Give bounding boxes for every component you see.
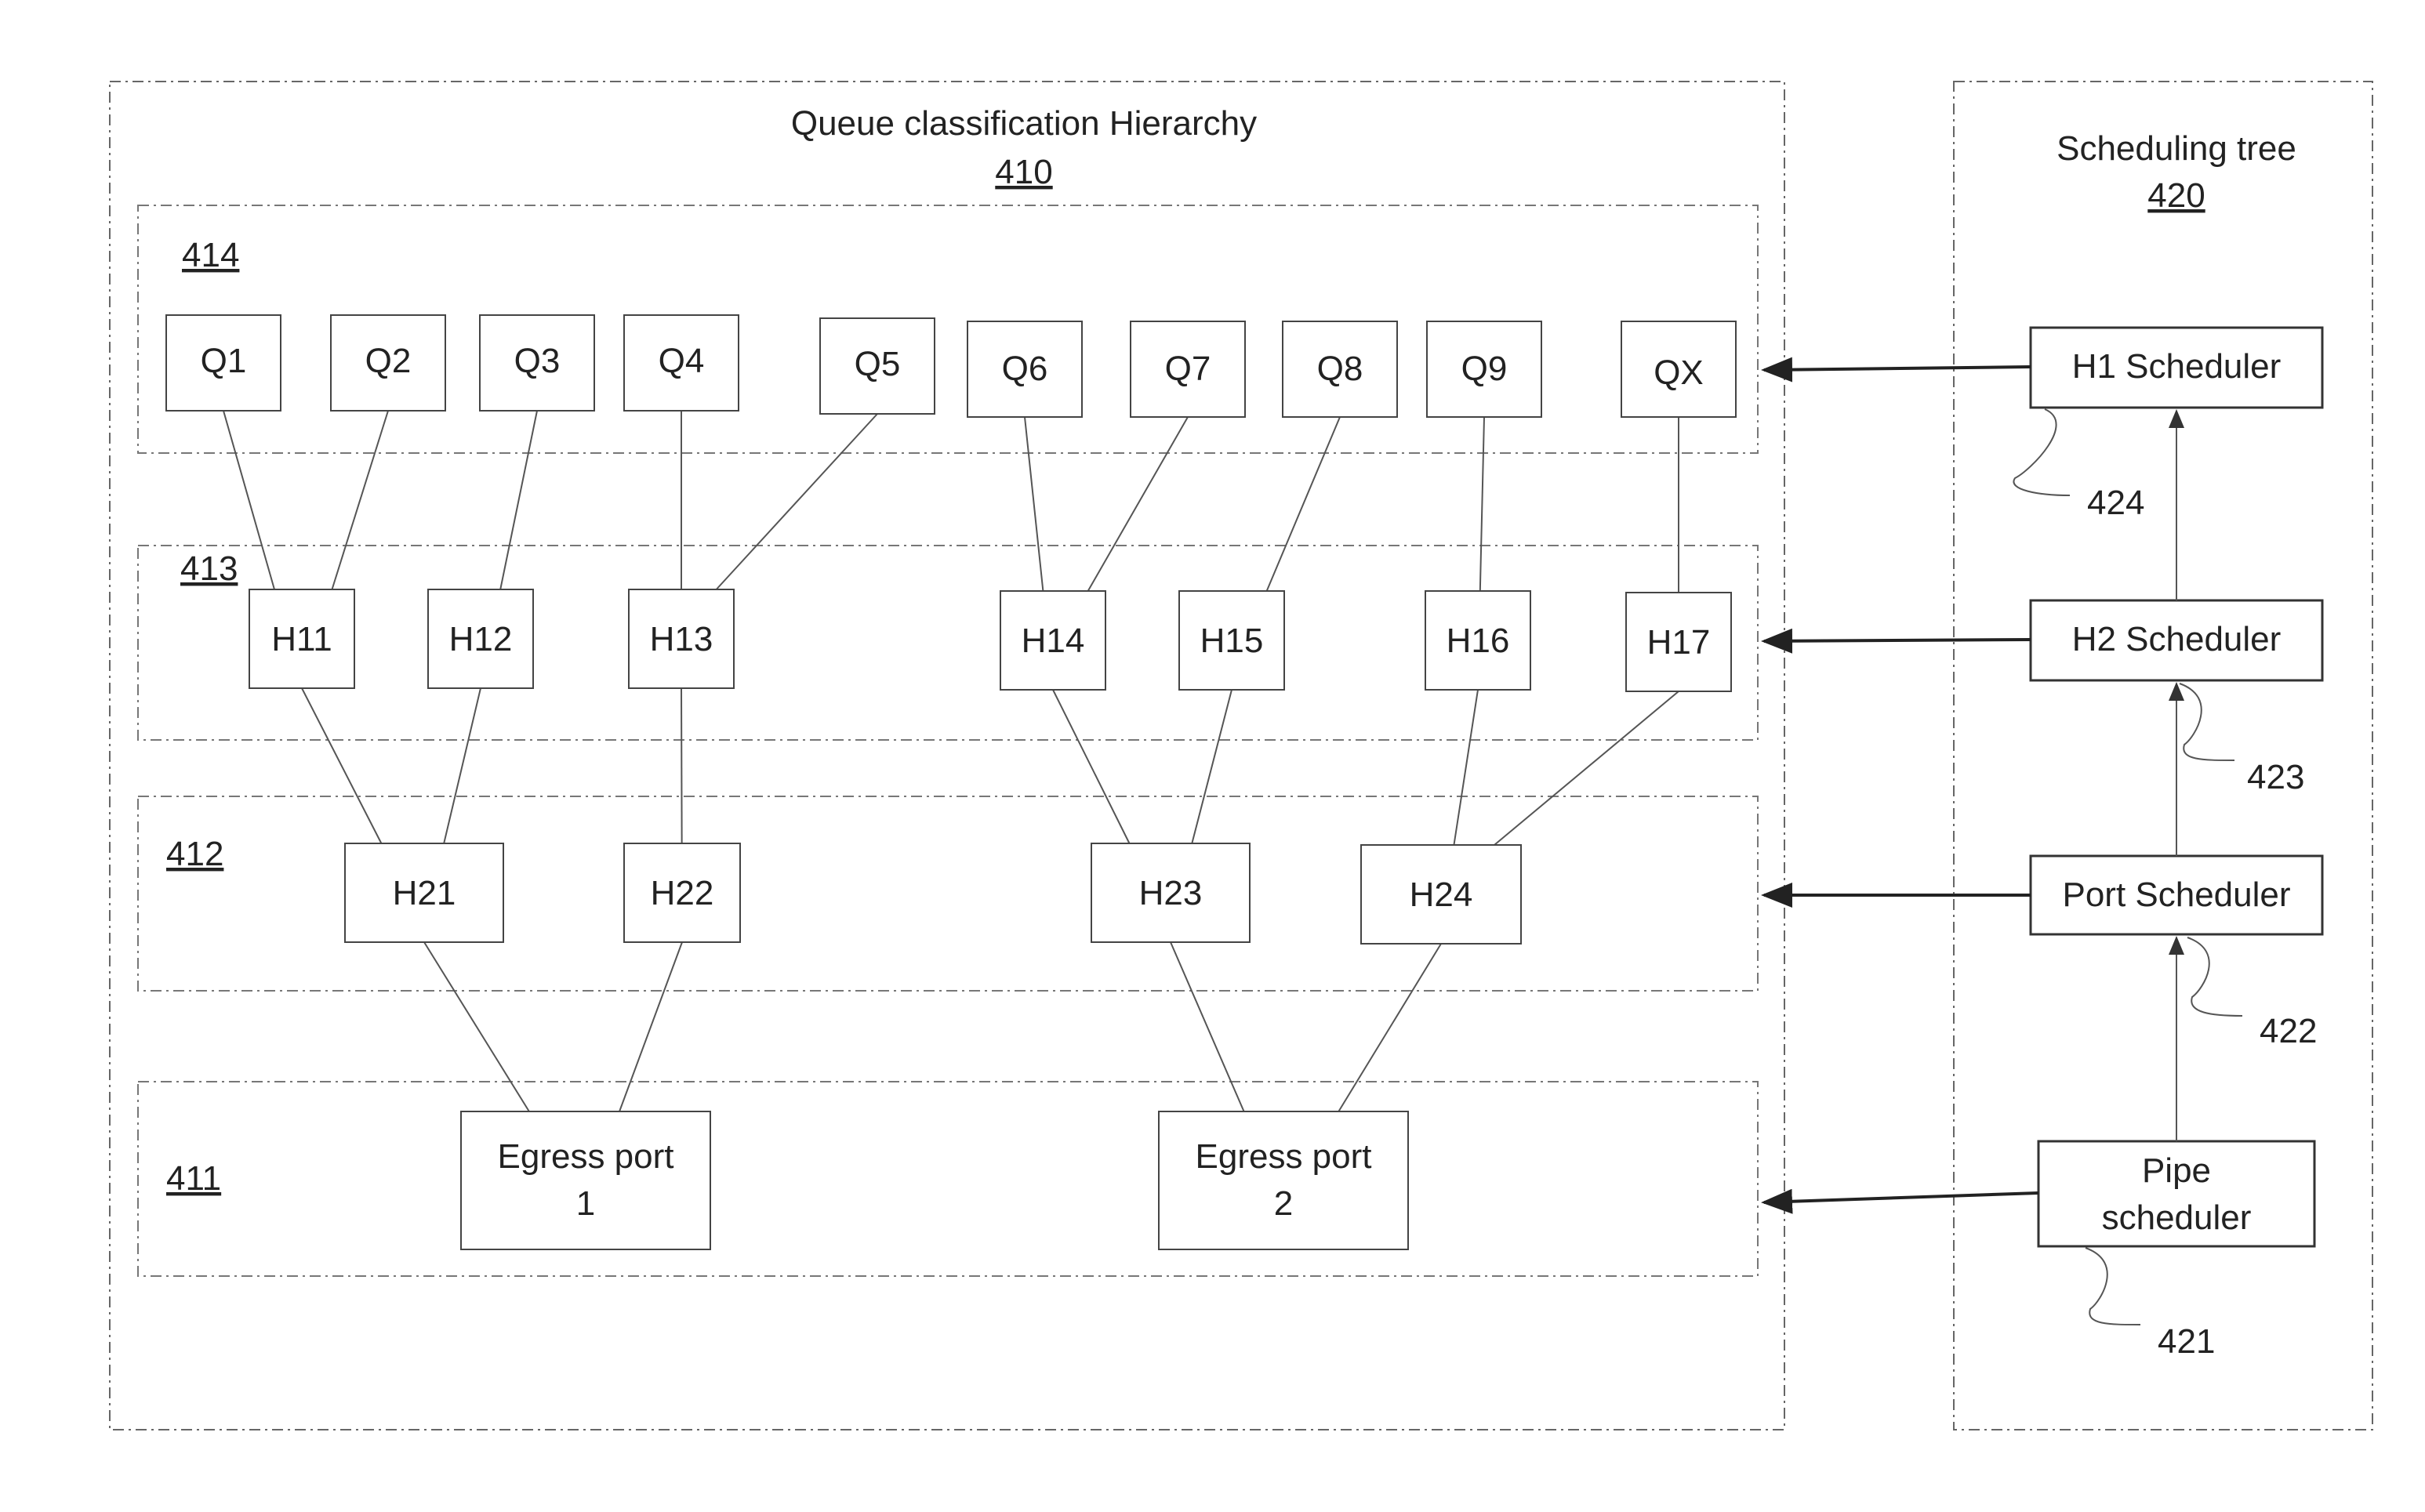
h1-label: H16 <box>1447 622 1510 660</box>
h1-scheduler-label: H1 Scheduler <box>2072 347 2282 386</box>
queue-node[interactable]: Q9 <box>1426 321 1542 418</box>
h1-label: H14 <box>1022 622 1085 660</box>
edge-q6-h14 <box>1024 416 1044 592</box>
pipe-scheduler-label-2: scheduler <box>2102 1198 2252 1237</box>
h1-label: H11 <box>271 620 332 658</box>
edge-h11-h21 <box>301 687 383 844</box>
queue-label: Q5 <box>855 345 901 383</box>
edge-h15-h23 <box>1191 689 1232 844</box>
ref-421: 421 <box>2158 1322 2215 1361</box>
pipe-scheduler-label-1: Pipe <box>2142 1151 2211 1190</box>
queue-hierarchy-title: Queue classification Hierarchy <box>791 104 1257 143</box>
queue-node[interactable]: Q8 <box>1282 321 1398 418</box>
queue-node[interactable]: Q7 <box>1130 321 1246 418</box>
leader-424 <box>2013 408 2071 496</box>
diagram-canvas: Queue classification Hierarchy 410 Sched… <box>109 81 2373 1430</box>
h2-label: H22 <box>651 874 714 912</box>
h2-scheduler[interactable]: H2 Scheduler <box>2029 599 2324 682</box>
queue-label: Q2 <box>365 342 412 380</box>
h2-node[interactable]: H24 <box>1360 844 1522 945</box>
queue-label: Q3 <box>514 342 561 380</box>
edge-h21-p1 <box>423 941 530 1112</box>
h1-node[interactable]: H11 <box>249 589 355 689</box>
h1-label: H17 <box>1647 623 1711 662</box>
level-ref-412: 412 <box>166 835 223 873</box>
egress-port-label: Egress port <box>1196 1137 1372 1176</box>
ref-422: 422 <box>2260 1012 2317 1050</box>
scheduling-tree-title: Scheduling tree <box>2057 129 2296 168</box>
egress-port-number: 1 <box>576 1184 595 1223</box>
queue-node[interactable]: Q1 <box>165 314 281 412</box>
h2-label: H23 <box>1139 874 1203 912</box>
h2-node[interactable]: H21 <box>344 843 504 943</box>
queue-node[interactable]: Q3 <box>479 314 595 412</box>
h1-scheduler[interactable]: H1 Scheduler <box>2029 326 2324 409</box>
h1-label: H12 <box>449 620 513 658</box>
h1-node[interactable]: H13 <box>628 589 735 689</box>
port-scheduler-label: Port Scheduler <box>2062 876 2290 914</box>
pipe-scheduler[interactable]: Pipe scheduler <box>2037 1140 2316 1248</box>
edge-h23-p2 <box>1170 941 1245 1112</box>
egress-port-node[interactable]: Egress port 2 <box>1158 1111 1409 1250</box>
edge-h16-h24 <box>1453 689 1479 846</box>
edge-h24-p2 <box>1338 943 1442 1112</box>
edge-q2-h11 <box>331 410 389 590</box>
h1-node[interactable]: H12 <box>427 589 534 689</box>
edge-h13-h22 <box>681 687 683 844</box>
arrow-pipe-scheduler-to-411 <box>1761 1188 2039 1214</box>
queue-node[interactable]: Q5 <box>819 317 935 415</box>
egress-port-label: Egress port <box>498 1137 674 1176</box>
edge-h22-p1 <box>619 941 683 1112</box>
queue-hierarchy-container <box>109 81 1785 1430</box>
leader-423 <box>2179 683 2235 761</box>
queue-node[interactable]: Q6 <box>967 321 1083 418</box>
edges-layer <box>223 410 1679 1112</box>
queue-hierarchy-ref: 410 <box>995 153 1052 191</box>
h2-node[interactable]: H22 <box>623 843 741 943</box>
queue-label: Q7 <box>1165 350 1211 388</box>
egress-port-number: 2 <box>1274 1184 1293 1223</box>
h1-label: H15 <box>1200 622 1264 660</box>
h1-node[interactable]: H17 <box>1625 592 1732 692</box>
level-band-411 <box>137 1081 1759 1277</box>
h1-node[interactable]: H16 <box>1425 590 1531 691</box>
queue-node[interactable]: QX <box>1621 321 1737 418</box>
queue-label: Q9 <box>1461 350 1508 388</box>
arrow-h1-scheduler-to-414 <box>1761 357 2031 383</box>
level-ref-411: 411 <box>166 1159 221 1198</box>
h2-node[interactable]: H23 <box>1091 843 1251 943</box>
leader-421 <box>2085 1247 2141 1325</box>
edge-h17-h24 <box>1494 691 1679 846</box>
ref-424: 424 <box>2087 484 2144 522</box>
h2-label: H24 <box>1410 876 1473 914</box>
edge-q5-h13 <box>715 413 878 590</box>
level-ref-413: 413 <box>180 549 238 588</box>
h1-node[interactable]: H15 <box>1178 590 1285 691</box>
arrow-h2-scheduler-to-413 <box>1761 628 2031 654</box>
port-scheduler[interactable]: Port Scheduler <box>2029 854 2324 936</box>
h2-scheduler-label: H2 Scheduler <box>2072 620 2282 658</box>
h2-label: H21 <box>393 874 456 912</box>
queue-label: QX <box>1654 354 1704 392</box>
edge-q8-h15 <box>1265 416 1341 592</box>
h1-node[interactable]: H14 <box>1000 590 1106 691</box>
queue-node[interactable]: Q4 <box>623 314 739 412</box>
level-ref-414: 414 <box>182 236 239 274</box>
egress-port-node[interactable]: Egress port 1 <box>460 1111 711 1250</box>
edge-q9-h16 <box>1479 416 1485 592</box>
queue-node[interactable]: Q2 <box>330 314 446 412</box>
queue-label: Q8 <box>1317 350 1363 388</box>
edge-h12-h21 <box>443 687 481 844</box>
edge-h14-h23 <box>1052 689 1131 844</box>
edge-q3-h12 <box>499 410 538 590</box>
h1-label: H13 <box>650 620 713 658</box>
leader-422 <box>2187 937 2243 1017</box>
queue-label: Q4 <box>659 342 705 380</box>
queue-label: Q1 <box>201 342 247 380</box>
scheduling-tree-ref: 420 <box>2147 176 2205 215</box>
ref-423: 423 <box>2247 758 2304 796</box>
edge-q7-h14 <box>1087 416 1189 592</box>
queue-label: Q6 <box>1002 350 1048 388</box>
